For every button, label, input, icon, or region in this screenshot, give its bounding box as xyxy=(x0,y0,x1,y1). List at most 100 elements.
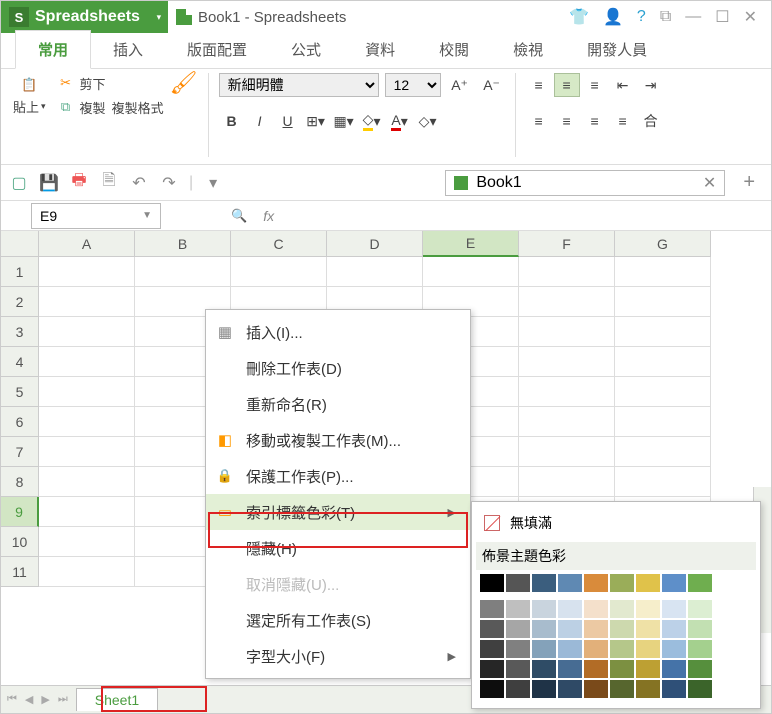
tab-developer[interactable]: 開發人員 xyxy=(565,31,669,68)
cell[interactable] xyxy=(39,527,135,557)
color-swatch[interactable] xyxy=(636,620,660,638)
color-swatch[interactable] xyxy=(480,660,504,678)
cell[interactable] xyxy=(615,347,711,377)
color-swatch[interactable] xyxy=(584,660,608,678)
cell[interactable] xyxy=(615,287,711,317)
color-swatch[interactable] xyxy=(584,640,608,658)
color-swatch[interactable] xyxy=(662,620,686,638)
row-header[interactable]: 11 xyxy=(1,557,39,587)
color-swatch[interactable] xyxy=(480,600,504,618)
column-header[interactable]: D xyxy=(327,231,423,257)
color-swatch[interactable] xyxy=(558,660,582,678)
color-swatch[interactable] xyxy=(636,600,660,618)
row-header[interactable]: 1 xyxy=(1,257,39,287)
cell[interactable] xyxy=(39,467,135,497)
color-swatch[interactable] xyxy=(610,600,634,618)
border-button[interactable]: ⊞▾ xyxy=(303,109,329,133)
color-swatch[interactable] xyxy=(558,600,582,618)
menu-hide[interactable]: 隱藏(H) xyxy=(206,530,470,566)
indent-right-button[interactable]: ⇥ xyxy=(638,73,664,97)
color-swatch[interactable] xyxy=(662,640,686,658)
color-swatch[interactable] xyxy=(688,680,712,698)
column-header[interactable]: C xyxy=(231,231,327,257)
color-swatch[interactable] xyxy=(610,680,634,698)
menu-font-size[interactable]: 字型大小(F)▶ xyxy=(206,638,470,674)
cell[interactable] xyxy=(231,257,327,287)
indent-left-button[interactable]: ⇤ xyxy=(610,73,636,97)
user-icon[interactable]: 👤 xyxy=(603,7,623,27)
color-swatch[interactable] xyxy=(688,600,712,618)
paste-button[interactable]: 貼上▾ xyxy=(9,73,50,118)
menu-move-copy[interactable]: 移動或複製工作表(M)... xyxy=(206,422,470,458)
menu-protect[interactable]: 保護工作表(P)... xyxy=(206,458,470,494)
clear-format-button[interactable]: ◇▾ xyxy=(415,109,441,133)
cell[interactable] xyxy=(135,257,231,287)
color-swatch[interactable] xyxy=(532,620,556,638)
underline-button[interactable]: U xyxy=(275,109,301,133)
cell[interactable] xyxy=(615,407,711,437)
color-swatch[interactable] xyxy=(506,574,530,592)
font-color-button[interactable]: A▾ xyxy=(387,109,413,133)
color-swatch[interactable] xyxy=(584,680,608,698)
align-justify-button[interactable]: ≡ xyxy=(610,109,636,133)
row-header[interactable]: 9 xyxy=(1,497,39,527)
row-header[interactable]: 3 xyxy=(1,317,39,347)
cell[interactable] xyxy=(39,287,135,317)
cell[interactable] xyxy=(39,257,135,287)
new-doc-button[interactable]: + xyxy=(735,171,763,194)
cell[interactable] xyxy=(519,467,615,497)
menu-select-all-sheets[interactable]: 選定所有工作表(S) xyxy=(206,602,470,638)
qat-redo-icon[interactable]: ↷ xyxy=(159,173,179,193)
sheet-nav-prev-icon[interactable]: ◀ xyxy=(25,693,33,706)
brand-dropdown-icon[interactable]: ▾ xyxy=(150,1,168,33)
color-swatch[interactable] xyxy=(558,620,582,638)
color-swatch[interactable] xyxy=(558,640,582,658)
cell[interactable] xyxy=(615,377,711,407)
color-swatch[interactable] xyxy=(636,660,660,678)
fx-icon[interactable]: fx xyxy=(263,208,274,224)
color-swatch[interactable] xyxy=(558,574,582,592)
color-swatch[interactable] xyxy=(532,660,556,678)
align-bottom-button[interactable]: ≡ xyxy=(582,73,608,97)
close-icon[interactable]: ✕ xyxy=(744,7,757,27)
color-swatch[interactable] xyxy=(688,660,712,678)
color-swatch[interactable] xyxy=(662,600,686,618)
maximize-icon[interactable]: ☐ xyxy=(715,7,729,27)
menu-insert[interactable]: 插入(I)... xyxy=(206,314,470,350)
row-header[interactable]: 2 xyxy=(1,287,39,317)
color-swatch[interactable] xyxy=(480,640,504,658)
color-swatch[interactable] xyxy=(480,574,504,592)
menu-tab-color[interactable]: 索引標籤色彩(T)▶ xyxy=(206,494,470,530)
cell[interactable] xyxy=(519,317,615,347)
qat-more-icon[interactable]: ▾ xyxy=(203,173,223,193)
color-swatch[interactable] xyxy=(506,640,530,658)
help-icon[interactable]: ? xyxy=(637,8,646,26)
color-swatch[interactable] xyxy=(610,620,634,638)
cell-style-button[interactable]: ▦▾ xyxy=(331,109,357,133)
column-header[interactable]: B xyxy=(135,231,231,257)
color-swatch[interactable] xyxy=(610,574,634,592)
color-swatch[interactable] xyxy=(480,680,504,698)
align-middle-button[interactable]: ≡ xyxy=(554,73,580,97)
tab-review[interactable]: 校閱 xyxy=(417,31,491,68)
cell[interactable] xyxy=(423,257,519,287)
color-swatch[interactable] xyxy=(532,600,556,618)
cell[interactable] xyxy=(615,437,711,467)
color-swatch[interactable] xyxy=(506,660,530,678)
tab-insert[interactable]: 插入 xyxy=(91,31,165,68)
shirt-icon[interactable]: 👕 xyxy=(569,7,589,27)
row-header[interactable]: 6 xyxy=(1,407,39,437)
color-swatch[interactable] xyxy=(584,574,608,592)
sheet-nav-next-icon[interactable]: ▶ xyxy=(41,693,49,706)
color-swatch[interactable] xyxy=(506,600,530,618)
cell[interactable] xyxy=(327,257,423,287)
row-header[interactable]: 7 xyxy=(1,437,39,467)
font-name-select[interactable]: 新細明體 xyxy=(219,73,379,97)
cell[interactable] xyxy=(39,377,135,407)
tab-data[interactable]: 資料 xyxy=(343,31,417,68)
cell[interactable] xyxy=(519,347,615,377)
dropdown-icon[interactable]: ⧉ xyxy=(660,8,671,26)
cell[interactable] xyxy=(519,257,615,287)
column-header[interactable]: A xyxy=(39,231,135,257)
color-swatch[interactable] xyxy=(506,680,530,698)
